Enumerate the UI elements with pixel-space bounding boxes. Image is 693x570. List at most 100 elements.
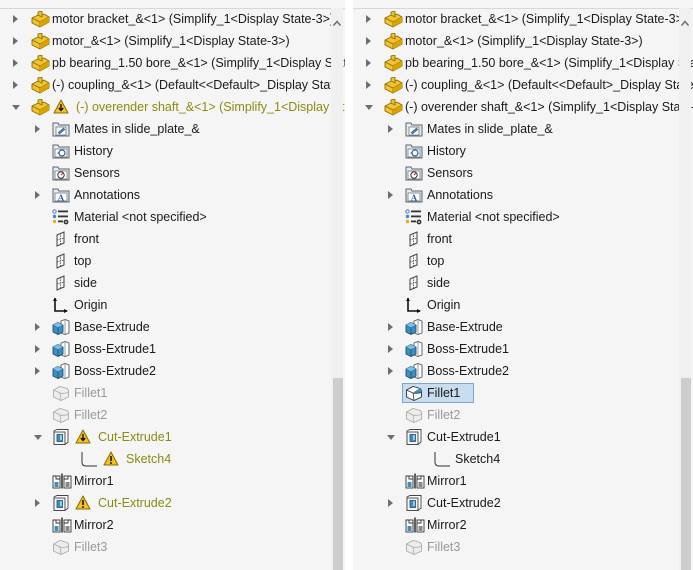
history-folder-icon: [52, 143, 70, 159]
tree-item-sketch4[interactable]: Sketch4: [353, 448, 679, 470]
scroll-up-arrow-icon[interactable]: [681, 20, 689, 26]
expand-arrow-icon[interactable]: [12, 80, 20, 90]
scrollbar-thumb[interactable]: [681, 378, 691, 570]
expand-arrow-icon[interactable]: [365, 58, 373, 68]
collapse-arrow-icon[interactable]: [365, 102, 373, 112]
tree-item-label: Cut-Extrude2: [98, 496, 172, 510]
feature-tree-pane-after: motor bracket_&<1> (Simplify_1<Display S…: [353, 0, 693, 570]
expand-arrow-icon[interactable]: [365, 14, 373, 24]
collapse-arrow-icon[interactable]: [12, 102, 20, 112]
tree-item-annotations[interactable]: A Annotations: [0, 184, 331, 206]
extrude-icon: [52, 341, 70, 357]
tree-item-history[interactable]: History: [353, 140, 679, 162]
tree-item-base-extrude[interactable]: Base-Extrude: [0, 316, 331, 338]
expand-arrow-icon[interactable]: [12, 14, 20, 24]
expand-arrow-icon[interactable]: [365, 80, 373, 90]
expand-arrow-icon[interactable]: [387, 190, 395, 200]
tree-item-overender-shaft-1-simplify-1-display-st[interactable]: (-) overender shaft_&<1> (Simplify_1<Dis…: [0, 96, 345, 118]
origin-icon: [52, 297, 70, 313]
tree-item-coupling-1-default-default-display-state[interactable]: (-) coupling_&<1> (Default<<Default>_Dis…: [353, 74, 693, 96]
tree-item-annotations[interactable]: A Annotations: [353, 184, 679, 206]
vertical-scrollbar[interactable]: [679, 8, 691, 570]
tree-item-origin[interactable]: Origin: [0, 294, 331, 316]
tree-item-boss-extrude1[interactable]: Boss-Extrude1: [0, 338, 331, 360]
tree-item-cut-extrude1[interactable]: Cut-Extrude1: [0, 426, 331, 448]
vertical-scrollbar[interactable]: [331, 8, 343, 570]
tree-item-boss-extrude2[interactable]: Boss-Extrude2: [353, 360, 679, 382]
tree-item-fillet2[interactable]: Fillet2: [353, 404, 679, 426]
material-icon: [52, 209, 70, 225]
expand-arrow-icon[interactable]: [34, 124, 42, 134]
tree-item-boss-extrude2[interactable]: Boss-Extrude2: [0, 360, 331, 382]
tree-item-cut-extrude2[interactable]: Cut-Extrude2: [353, 492, 679, 514]
tree-item-side[interactable]: side: [353, 272, 679, 294]
expand-arrow-icon[interactable]: [387, 498, 395, 508]
tree-item-front[interactable]: front: [353, 228, 679, 250]
cut-extrude-icon: [405, 429, 423, 445]
assembly-component-icon: [383, 77, 403, 94]
tree-item-material-not-specified[interactable]: Material <not specified>: [353, 206, 679, 228]
expand-arrow-icon[interactable]: [387, 344, 395, 354]
tree-item-motor-bracket-1-simplify-1-display-state[interactable]: motor bracket_&<1> (Simplify_1<Display S…: [353, 8, 687, 30]
tree-item-fillet1[interactable]: Fillet1: [0, 382, 331, 404]
tree-item-mirror2[interactable]: Mirror2: [353, 514, 679, 536]
tree-item-label: Base-Extrude: [74, 320, 150, 334]
tree-item-pb-bearing-1-50-bore-1-simplify-1-displa[interactable]: pb bearing_1.50 bore_&<1> (Simplify_1<Di…: [0, 52, 345, 74]
tree-item-history[interactable]: History: [0, 140, 331, 162]
scrollbar-thumb[interactable]: [333, 378, 343, 570]
tree-item-mates-in-slide-plate[interactable]: Mates in slide_plate_&: [353, 118, 679, 140]
expand-arrow-icon[interactable]: [34, 344, 42, 354]
tree-item-top[interactable]: top: [0, 250, 331, 272]
tree-item-boss-extrude1[interactable]: Boss-Extrude1: [353, 338, 679, 360]
history-folder-icon: [405, 143, 423, 159]
expand-arrow-icon[interactable]: [387, 366, 395, 376]
tree-item-side[interactable]: side: [0, 272, 331, 294]
tree-item-fillet1[interactable]: Fillet1: [353, 382, 679, 404]
tree-item-mirror1[interactable]: Mirror1: [0, 470, 331, 492]
tree-item-motor-1-simplify-1-display-state-3[interactable]: motor_&<1> (Simplify_1<Display State-3>): [353, 30, 679, 52]
fillet-icon: [52, 407, 70, 423]
expand-arrow-icon[interactable]: [365, 36, 373, 46]
tree-item-fillet3[interactable]: Fillet3: [353, 536, 679, 558]
tree-item-cut-extrude1[interactable]: Cut-Extrude1: [353, 426, 679, 448]
tree-item-mirror2[interactable]: Mirror2: [0, 514, 331, 536]
tree-item-label: Cut-Extrude2: [427, 496, 501, 510]
tree-item-overender-shaft-1-simplify-1-display-sta[interactable]: (-) overender shaft_&<1> (Simplify_1<Dis…: [353, 96, 693, 118]
tree-item-mirror1[interactable]: Mirror1: [353, 470, 679, 492]
tree-item-base-extrude[interactable]: Base-Extrude: [353, 316, 679, 338]
tree-item-cut-extrude2[interactable]: Cut-Extrude2: [0, 492, 331, 514]
tree-item-motor-1-simplify-1-display-state-3[interactable]: motor_&<1> (Simplify_1<Display State-3>): [0, 30, 331, 52]
expand-arrow-icon[interactable]: [12, 58, 20, 68]
tree-item-top[interactable]: top: [353, 250, 679, 272]
tree-item-sketch4[interactable]: Sketch4: [0, 448, 331, 470]
expand-arrow-icon[interactable]: [34, 322, 42, 332]
tree-item-coupling-1-default-default-display-state[interactable]: (-) coupling_&<1> (Default<<Default>_Dis…: [0, 74, 341, 96]
collapse-arrow-icon[interactable]: [387, 432, 395, 442]
tree-item-sensors[interactable]: Sensors: [353, 162, 679, 184]
tree-item-fillet3[interactable]: Fillet3: [0, 536, 331, 558]
tree-item-label: Mirror2: [74, 518, 114, 532]
tree-item-mates-in-slide-plate[interactable]: Mates in slide_plate_&: [0, 118, 331, 140]
expand-arrow-icon[interactable]: [34, 498, 42, 508]
expand-arrow-icon[interactable]: [387, 322, 395, 332]
expand-arrow-icon[interactable]: [12, 36, 20, 46]
scroll-up-arrow-icon[interactable]: [333, 20, 341, 26]
expand-arrow-icon[interactable]: [387, 124, 395, 134]
tree-item-origin[interactable]: Origin: [353, 294, 679, 316]
tree-item-sensors[interactable]: Sensors: [0, 162, 331, 184]
expand-arrow-icon[interactable]: [34, 366, 42, 376]
tree-item-label: front: [74, 232, 100, 246]
tree-item-material-not-specified[interactable]: Material <not specified>: [0, 206, 331, 228]
expand-arrow-icon[interactable]: [34, 190, 42, 200]
tree-item-motor-bracket-1-simplify-1-display-state[interactable]: motor bracket_&<1> (Simplify_1<Display S…: [0, 8, 334, 30]
plane-icon: [405, 231, 423, 247]
tree-item-label: Mirror1: [74, 474, 114, 488]
collapse-arrow-icon[interactable]: [34, 432, 42, 442]
tree-item-front[interactable]: front: [0, 228, 331, 250]
tree-item-label: Sketch4: [455, 452, 501, 466]
extrude-icon: [52, 319, 70, 335]
tree-item-label: Base-Extrude: [427, 320, 503, 334]
tree-item-pb-bearing-1-50-bore-1-simplify-1-displa[interactable]: pb bearing_1.50 bore_&<1> (Simplify_1<Di…: [353, 52, 693, 74]
tree-item-label: Material <not specified>: [74, 210, 207, 224]
tree-item-fillet2[interactable]: Fillet2: [0, 404, 331, 426]
